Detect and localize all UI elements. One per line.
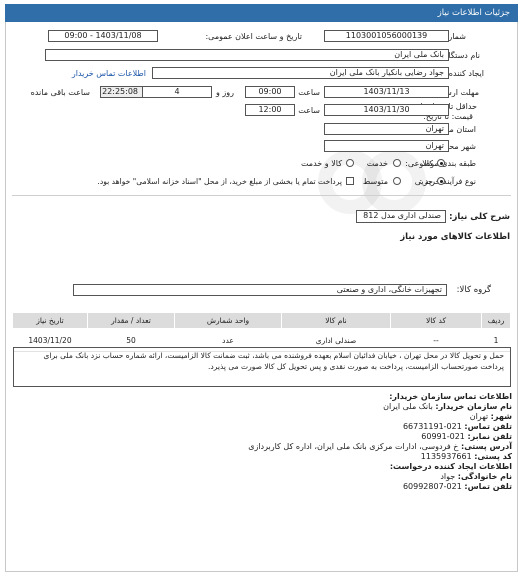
category-radio-goods-service[interactable] <box>346 159 354 167</box>
contact-city-label: شهر: <box>490 412 512 421</box>
remaining-time-label: ساعت باقی مانده <box>30 88 90 97</box>
col-qty: تعداد / مقدار <box>87 312 175 329</box>
col-code: کد کالا <box>390 312 482 329</box>
goods-group-label: گروه کالا: <box>456 285 491 295</box>
divider <box>12 195 511 196</box>
buyer-org-field[interactable]: بانک ملی ایران <box>45 49 449 61</box>
contact-fax: تلفن نمابر: 021-60991 <box>421 432 512 442</box>
validity-time-label: ساعت <box>298 106 320 115</box>
creator-phone: تلفن تماس: 021-60992807 <box>403 482 512 492</box>
category-option-goods-service: کالا و خدمت <box>300 159 342 168</box>
goods-info-title: اطلاعات کالاهای مورد نیاز <box>400 232 510 242</box>
goods-table: ردیف کد کالا نام کالا واحد شمارش تعداد /… <box>12 312 511 352</box>
remaining-time-field: 22:25:08 <box>100 86 143 98</box>
days-field[interactable]: 4 <box>142 86 212 98</box>
creator-field[interactable]: جواد رضایی بانکیار بانک ملی ایران <box>152 67 449 79</box>
col-row: ردیف <box>481 312 511 329</box>
creator-phone-label: تلفن تماس: <box>464 482 512 491</box>
creator-contact-title-text: اطلاعات ایجاد کننده درخواست: <box>389 462 512 471</box>
creator-contact-title: اطلاعات ایجاد کننده درخواست: <box>390 462 512 472</box>
contact-org-label: نام سازمان خریدار: <box>435 402 512 411</box>
goods-group-field[interactable]: تجهیزات خانگی، اداری و صنعتی <box>73 284 447 296</box>
contact-postal-label: کد پستی: <box>474 452 512 461</box>
category-option-service: خدمت <box>366 159 388 168</box>
contact-fax-value: 021-60991 <box>421 432 465 441</box>
goods-table-header: ردیف کد کالا نام کالا واحد شمارش تعداد /… <box>12 312 511 329</box>
reply-time-field[interactable]: 09:00 <box>245 86 295 98</box>
process-radio-medium[interactable] <box>393 177 401 185</box>
contact-city-value: تهران <box>469 412 489 421</box>
contact-org-value: بانک ملی ایران <box>383 402 433 411</box>
description-box: حمل و تحویل کالا در محل تهران ، خیابان ف… <box>13 347 511 387</box>
reply-date-field[interactable]: 1403/11/13 <box>324 86 449 98</box>
contact-postal: کد پستی: 1135937661 <box>421 452 512 462</box>
process-option-medium: متوسط <box>362 177 388 186</box>
contact-postal-value: 1135937661 <box>420 452 472 461</box>
creator-family-label: نام خانوادگی: <box>457 472 512 481</box>
creator-phone-value: 021-60992807 <box>402 482 462 491</box>
contact-phone: تلفن تماس: 021-66731191 <box>403 422 512 432</box>
province-field[interactable]: تهران <box>324 123 449 135</box>
need-number-field[interactable]: 1103001056000139 <box>324 30 449 42</box>
treasury-payment-note: پرداخت تمام یا بخشی از مبلغ خرید، از محل… <box>97 177 342 186</box>
validity-time-field[interactable]: 12:00 <box>245 104 295 116</box>
contact-title: اطلاعات تماس سازمان خریدار: <box>389 392 512 402</box>
page-title: جزئیات اطلاعات نیاز <box>5 4 518 22</box>
reply-time-label: ساعت <box>298 88 320 97</box>
process-option-partial: جزیی <box>414 177 433 186</box>
creator-family: نام خانوادگی: جواد <box>440 472 512 482</box>
validity-date-field[interactable]: 1403/11/30 <box>324 104 449 116</box>
contact-phone-value: 021-66731191 <box>402 422 462 431</box>
category-radio-goods[interactable] <box>437 159 445 167</box>
days-and-label: روز و <box>216 88 234 97</box>
category-option-goods: کالا <box>422 159 433 168</box>
col-unit: واحد شمارش <box>174 312 282 329</box>
announce-date-label: تاریخ و ساعت اعلان عمومی: <box>205 32 302 41</box>
contact-city: شهر: تهران <box>470 412 512 422</box>
creator-family-value: جواد <box>440 472 456 481</box>
contact-address-label: آدرس پستی: <box>461 442 512 451</box>
contact-address: آدرس پستی: خ فردوسی، ادارات مرکزی بانک م… <box>248 442 512 452</box>
announce-date-field[interactable]: 1403/11/08 - 09:00 <box>48 30 158 42</box>
col-name: نام کالا <box>281 312 391 329</box>
treasury-payment-checkbox[interactable] <box>346 177 354 185</box>
contact-address-value: خ فردوسی، ادارات مرکزی بانک ملی ایران، ا… <box>248 442 459 451</box>
contact-title-text: اطلاعات تماس سازمان خریدار: <box>389 392 512 401</box>
col-date: تاریخ نیاز <box>12 312 88 329</box>
buyer-contact-link[interactable]: اطلاعات تماس خریدار <box>72 69 146 78</box>
summary-label: شرح کلی نیاز: <box>449 212 510 222</box>
contact-fax-label: تلفن نمابر: <box>467 432 512 441</box>
contact-org: نام سازمان خریدار: بانک ملی ایران <box>383 402 512 412</box>
city-field[interactable]: تهران <box>324 140 449 152</box>
category-radio-service[interactable] <box>393 159 401 167</box>
summary-field[interactable]: صندلی اداری مدل 812 <box>356 210 446 223</box>
process-radio-partial[interactable] <box>437 177 445 185</box>
contact-phone-label: تلفن تماس: <box>464 422 512 431</box>
